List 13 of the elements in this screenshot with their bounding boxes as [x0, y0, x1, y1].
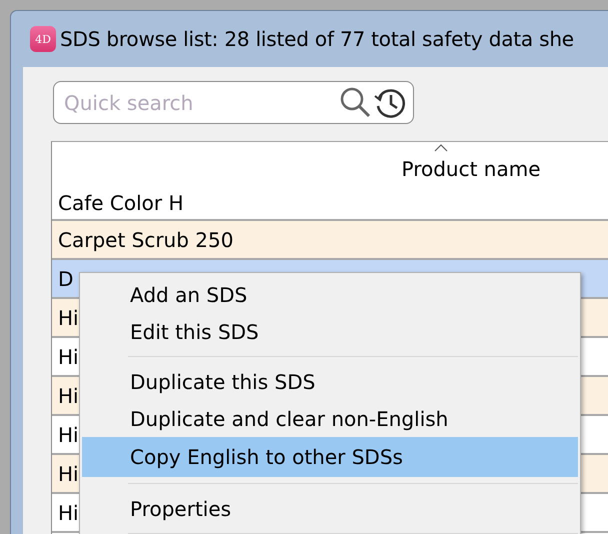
column-header[interactable]: Product name — [52, 142, 608, 187]
window-title: SDS browse list: 28 listed of 77 total safety data she — [60, 27, 574, 51]
search-icon[interactable] — [339, 86, 373, 120]
menu-item[interactable]: Duplicate and clear non-English — [82, 400, 578, 437]
app-icon: 4D — [30, 26, 56, 52]
search-field[interactable]: Quick search — [62, 90, 339, 116]
menu-item[interactable]: Edit this SDS — [82, 313, 578, 350]
menu-item[interactable]: Duplicate this SDS — [82, 363, 578, 400]
search-box[interactable]: Quick search — [53, 81, 414, 124]
menu-item[interactable]: Copy English to other SDSs — [82, 437, 578, 477]
menu-item[interactable]: Properties — [82, 490, 578, 527]
table-row[interactable]: Carpet Scrub 250 — [52, 221, 608, 260]
menu-item[interactable]: Add an SDS — [82, 276, 578, 313]
